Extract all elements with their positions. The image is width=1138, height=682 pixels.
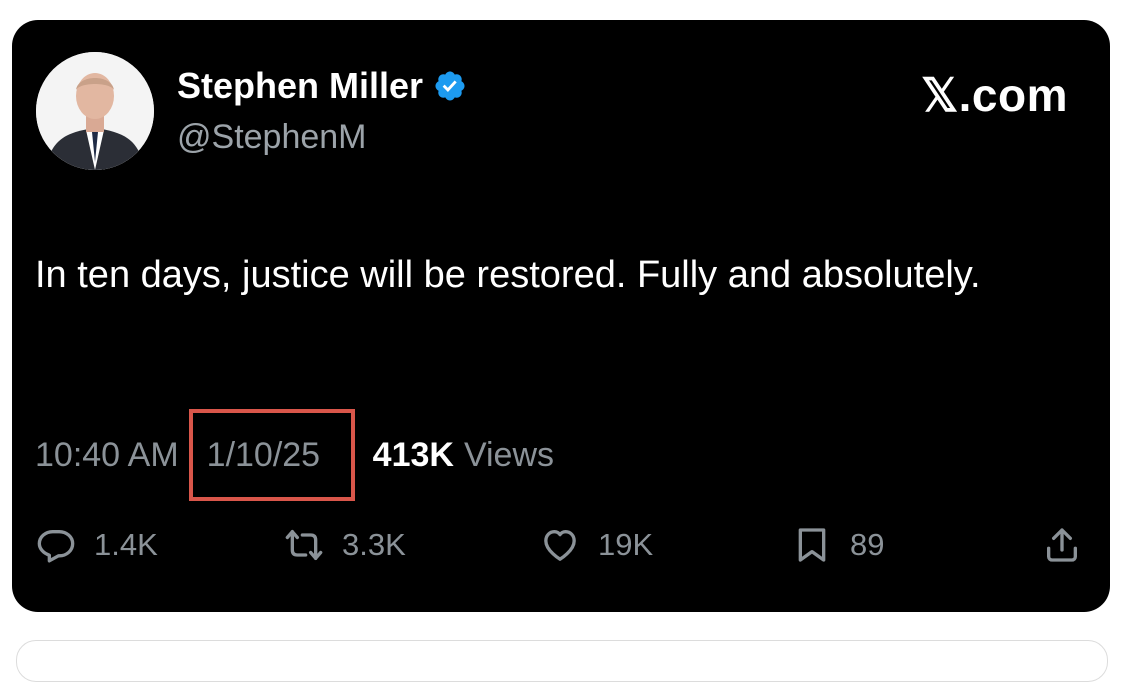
reply-button[interactable]: 1.4K — [36, 520, 158, 570]
repost-count: 3.3K — [342, 527, 406, 562]
author-name[interactable]: Stephen Miller — [177, 65, 423, 107]
reply-count: 1.4K — [94, 527, 158, 562]
like-count: 19K — [598, 527, 654, 562]
author-handle[interactable]: @StephenM — [177, 118, 367, 157]
next-card-edge — [16, 640, 1108, 682]
share-button[interactable] — [1042, 520, 1082, 570]
verified-badge-icon — [433, 69, 467, 103]
x-com-logo: 𝕏.com — [921, 69, 1068, 121]
action-bar: 1.4K 3.3K 19K 89 — [12, 520, 1110, 570]
views-label: Views — [463, 435, 555, 474]
bookmark-count: 89 — [850, 527, 885, 562]
views-count: 413K — [372, 435, 454, 474]
repost-icon — [285, 530, 323, 560]
post-time[interactable]: 10:40 AM — [35, 436, 179, 475]
post-meta: 10:40 AM 1/10/25 413K Views — [35, 409, 555, 501]
author-name-row: Stephen Miller — [177, 65, 467, 107]
post-date-highlight: 1/10/25 — [188, 409, 355, 501]
comment-icon — [37, 530, 75, 563]
post-card: Stephen Miller @StephenM 𝕏.com In ten da… — [12, 20, 1110, 612]
repost-button[interactable]: 3.3K — [284, 520, 406, 570]
bookmark-icon — [798, 528, 826, 562]
avatar[interactable] — [36, 52, 154, 170]
post-text: In ten days, justice will be restored. F… — [35, 254, 981, 296]
share-icon — [1047, 528, 1077, 562]
post-date[interactable]: 1/10/25 — [207, 436, 320, 475]
bookmark-button[interactable]: 89 — [792, 520, 884, 570]
avatar-image — [36, 52, 154, 170]
heart-icon — [544, 530, 576, 561]
like-button[interactable]: 19K — [540, 520, 653, 570]
